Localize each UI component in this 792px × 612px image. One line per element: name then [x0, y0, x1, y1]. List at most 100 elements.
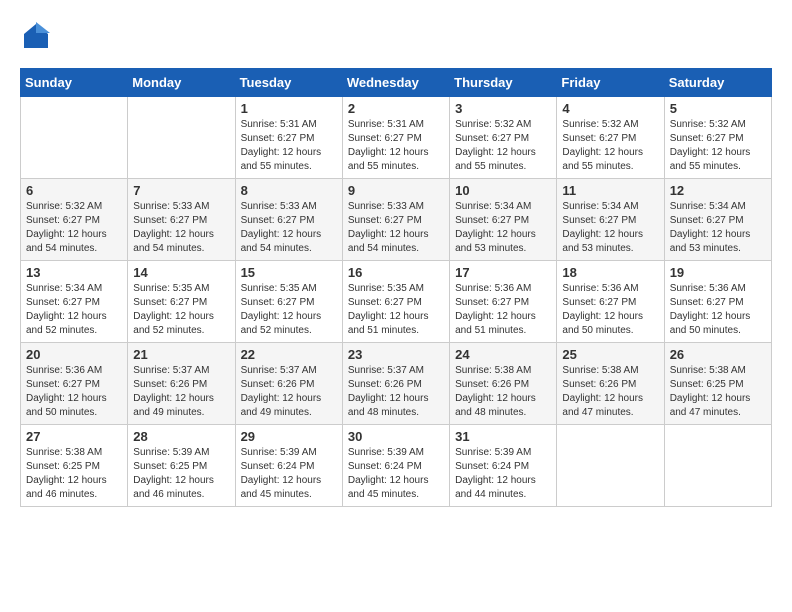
day-number: 26	[670, 347, 766, 362]
calendar-cell: 19 Sunrise: 5:36 AM Sunset: 6:27 PM Dayli…	[664, 261, 771, 343]
cell-detail: Sunrise: 5:38 AM Sunset: 6:25 PM Dayligh…	[26, 446, 122, 502]
day-number: 7	[133, 183, 229, 198]
weekday-header-tuesday: Tuesday	[235, 69, 342, 97]
calendar-cell: 5 Sunrise: 5:32 AM Sunset: 6:27 PM Daylig…	[664, 97, 771, 179]
calendar-cell	[128, 97, 235, 179]
calendar-cell: 30 Sunrise: 5:39 AM Sunset: 6:24 PM Dayli…	[342, 425, 449, 507]
day-number: 30	[348, 429, 444, 444]
cell-detail: Sunrise: 5:31 AM Sunset: 6:27 PM Dayligh…	[241, 118, 337, 174]
weekday-header-saturday: Saturday	[664, 69, 771, 97]
calendar-cell: 16 Sunrise: 5:35 AM Sunset: 6:27 PM Dayli…	[342, 261, 449, 343]
weekday-header-sunday: Sunday	[21, 69, 128, 97]
cell-detail: Sunrise: 5:37 AM Sunset: 6:26 PM Dayligh…	[133, 364, 229, 420]
cell-detail: Sunrise: 5:35 AM Sunset: 6:27 PM Dayligh…	[241, 282, 337, 338]
cell-detail: Sunrise: 5:38 AM Sunset: 6:25 PM Dayligh…	[670, 364, 766, 420]
calendar-cell: 3Sunrise: 5:32 AM Sunset: 6:27 PM Daylig…	[450, 97, 557, 179]
day-number: 20	[26, 347, 122, 362]
day-number: 23	[348, 347, 444, 362]
day-number: 11	[562, 183, 658, 198]
day-number: 8	[241, 183, 337, 198]
cell-detail: Sunrise: 5:32 AM Sunset: 6:27 PM Dayligh…	[26, 200, 122, 256]
cell-detail: Sunrise: 5:36 AM Sunset: 6:27 PM Dayligh…	[670, 282, 766, 338]
cell-detail: Sunrise: 5:37 AM Sunset: 6:26 PM Dayligh…	[241, 364, 337, 420]
day-number: 17	[455, 265, 551, 280]
calendar-cell: 1 Sunrise: 5:31 AM Sunset: 6:27 PM Daylig…	[235, 97, 342, 179]
cell-detail: Sunrise: 5:39 AM Sunset: 6:24 PM Dayligh…	[348, 446, 444, 502]
calendar-cell: 18Sunrise: 5:36 AM Sunset: 6:27 PM Dayli…	[557, 261, 664, 343]
cell-detail: Sunrise: 5:38 AM Sunset: 6:26 PM Dayligh…	[562, 364, 658, 420]
day-number: 29	[241, 429, 337, 444]
day-number: 18	[562, 265, 658, 280]
cell-detail: Sunrise: 5:35 AM Sunset: 6:27 PM Dayligh…	[133, 282, 229, 338]
day-number: 5	[670, 101, 766, 116]
day-number: 6	[26, 183, 122, 198]
cell-detail: Sunrise: 5:34 AM Sunset: 6:27 PM Dayligh…	[455, 200, 551, 256]
day-number: 19	[670, 265, 766, 280]
calendar-cell	[557, 425, 664, 507]
cell-detail: Sunrise: 5:39 AM Sunset: 6:24 PM Dayligh…	[241, 446, 337, 502]
calendar-cell: 7 Sunrise: 5:33 AM Sunset: 6:27 PM Daylig…	[128, 179, 235, 261]
calendar-cell: 29 Sunrise: 5:39 AM Sunset: 6:24 PM Dayli…	[235, 425, 342, 507]
day-number: 28	[133, 429, 229, 444]
day-number: 27	[26, 429, 122, 444]
day-number: 2	[348, 101, 444, 116]
calendar-cell: 8 Sunrise: 5:33 AM Sunset: 6:27 PM Daylig…	[235, 179, 342, 261]
cell-detail: Sunrise: 5:33 AM Sunset: 6:27 PM Dayligh…	[348, 200, 444, 256]
cell-detail: Sunrise: 5:37 AM Sunset: 6:26 PM Dayligh…	[348, 364, 444, 420]
cell-detail: Sunrise: 5:32 AM Sunset: 6:27 PM Dayligh…	[562, 118, 658, 174]
calendar-cell: 22 Sunrise: 5:37 AM Sunset: 6:26 PM Dayli…	[235, 343, 342, 425]
cell-detail: Sunrise: 5:39 AM Sunset: 6:24 PM Dayligh…	[455, 446, 551, 502]
cell-detail: Sunrise: 5:31 AM Sunset: 6:27 PM Dayligh…	[348, 118, 444, 174]
calendar-week-row: 1 Sunrise: 5:31 AM Sunset: 6:27 PM Daylig…	[21, 97, 772, 179]
cell-detail: Sunrise: 5:36 AM Sunset: 6:27 PM Dayligh…	[26, 364, 122, 420]
calendar-header: SundayMondayTuesdayWednesdayThursdayFrid…	[21, 69, 772, 97]
calendar-cell: 28Sunrise: 5:39 AM Sunset: 6:25 PM Dayli…	[128, 425, 235, 507]
calendar-cell: 15 Sunrise: 5:35 AM Sunset: 6:27 PM Dayli…	[235, 261, 342, 343]
weekday-header-monday: Monday	[128, 69, 235, 97]
cell-detail: Sunrise: 5:32 AM Sunset: 6:27 PM Dayligh…	[670, 118, 766, 174]
day-number: 9	[348, 183, 444, 198]
cell-detail: Sunrise: 5:35 AM Sunset: 6:27 PM Dayligh…	[348, 282, 444, 338]
cell-detail: Sunrise: 5:34 AM Sunset: 6:27 PM Dayligh…	[26, 282, 122, 338]
calendar-cell: 21Sunrise: 5:37 AM Sunset: 6:26 PM Dayli…	[128, 343, 235, 425]
calendar-cell: 17 Sunrise: 5:36 AM Sunset: 6:27 PM Dayli…	[450, 261, 557, 343]
logo-icon	[20, 20, 52, 52]
day-number: 16	[348, 265, 444, 280]
cell-detail: Sunrise: 5:38 AM Sunset: 6:26 PM Dayligh…	[455, 364, 551, 420]
calendar-week-row: 13 Sunrise: 5:34 AM Sunset: 6:27 PM Dayli…	[21, 261, 772, 343]
calendar-cell: 6 Sunrise: 5:32 AM Sunset: 6:27 PM Daylig…	[21, 179, 128, 261]
day-number: 24	[455, 347, 551, 362]
calendar-cell: 25Sunrise: 5:38 AM Sunset: 6:26 PM Dayli…	[557, 343, 664, 425]
weekday-header-friday: Friday	[557, 69, 664, 97]
calendar-cell: 31 Sunrise: 5:39 AM Sunset: 6:24 PM Dayli…	[450, 425, 557, 507]
weekday-header-wednesday: Wednesday	[342, 69, 449, 97]
calendar-table: SundayMondayTuesdayWednesdayThursdayFrid…	[20, 68, 772, 507]
calendar-cell: 12Sunrise: 5:34 AM Sunset: 6:27 PM Dayli…	[664, 179, 771, 261]
calendar-week-row: 6 Sunrise: 5:32 AM Sunset: 6:27 PM Daylig…	[21, 179, 772, 261]
calendar-cell: 4Sunrise: 5:32 AM Sunset: 6:27 PM Daylig…	[557, 97, 664, 179]
calendar-cell: 13 Sunrise: 5:34 AM Sunset: 6:27 PM Dayli…	[21, 261, 128, 343]
calendar-cell: 27 Sunrise: 5:38 AM Sunset: 6:25 PM Dayli…	[21, 425, 128, 507]
cell-detail: Sunrise: 5:32 AM Sunset: 6:27 PM Dayligh…	[455, 118, 551, 174]
calendar-cell: 10 Sunrise: 5:34 AM Sunset: 6:27 PM Dayli…	[450, 179, 557, 261]
calendar-week-row: 20 Sunrise: 5:36 AM Sunset: 6:27 PM Dayli…	[21, 343, 772, 425]
day-number: 13	[26, 265, 122, 280]
day-number: 31	[455, 429, 551, 444]
day-number: 15	[241, 265, 337, 280]
calendar-cell: 20 Sunrise: 5:36 AM Sunset: 6:27 PM Dayli…	[21, 343, 128, 425]
calendar-cell: 11Sunrise: 5:34 AM Sunset: 6:27 PM Dayli…	[557, 179, 664, 261]
day-number: 12	[670, 183, 766, 198]
day-number: 14	[133, 265, 229, 280]
cell-detail: Sunrise: 5:33 AM Sunset: 6:27 PM Dayligh…	[241, 200, 337, 256]
calendar-body: 1 Sunrise: 5:31 AM Sunset: 6:27 PM Daylig…	[21, 97, 772, 507]
day-number: 10	[455, 183, 551, 198]
calendar-cell: 24 Sunrise: 5:38 AM Sunset: 6:26 PM Dayli…	[450, 343, 557, 425]
calendar-week-row: 27 Sunrise: 5:38 AM Sunset: 6:25 PM Dayli…	[21, 425, 772, 507]
cell-detail: Sunrise: 5:33 AM Sunset: 6:27 PM Dayligh…	[133, 200, 229, 256]
logo	[20, 20, 56, 52]
page-header	[20, 20, 772, 52]
day-number: 22	[241, 347, 337, 362]
calendar-cell: 2 Sunrise: 5:31 AM Sunset: 6:27 PM Daylig…	[342, 97, 449, 179]
day-number: 1	[241, 101, 337, 116]
cell-detail: Sunrise: 5:36 AM Sunset: 6:27 PM Dayligh…	[455, 282, 551, 338]
